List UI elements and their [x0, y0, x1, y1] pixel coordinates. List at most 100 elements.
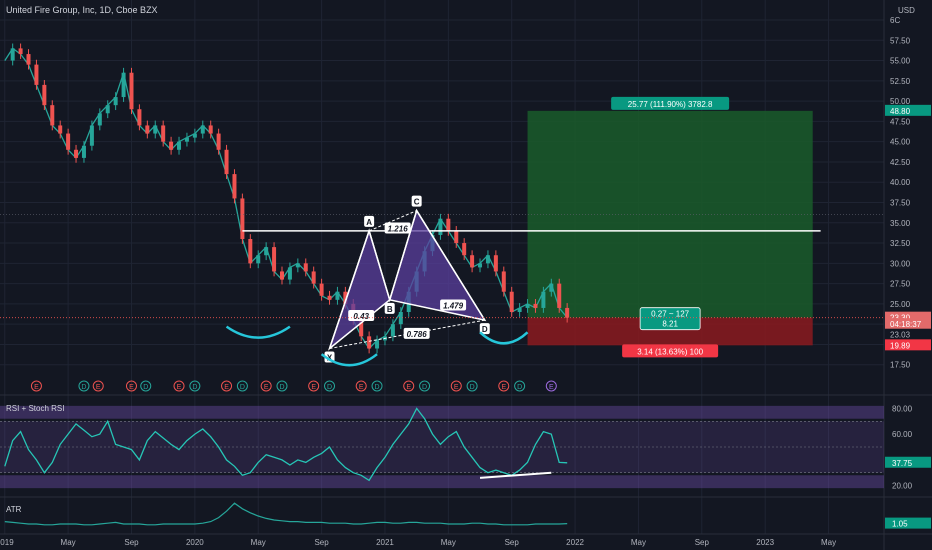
- time-tick-label: May: [821, 538, 836, 547]
- candle-body[interactable]: [129, 72, 134, 110]
- chart-title: United Fire Group, Inc, 1D, Cboe BZX: [6, 5, 158, 15]
- candle-body[interactable]: [367, 336, 372, 349]
- price-badge-label: 23.03: [890, 331, 911, 340]
- candle-body[interactable]: [462, 243, 467, 256]
- candle-body[interactable]: [454, 230, 459, 244]
- candle-body[interactable]: [541, 291, 546, 308]
- pattern-point-label: D: [482, 325, 488, 334]
- candle-body[interactable]: [256, 255, 261, 264]
- event-marker-label: E: [501, 384, 506, 391]
- currency-label: USD: [898, 6, 915, 15]
- event-marker-label: D: [327, 384, 332, 391]
- candle-body[interactable]: [224, 149, 229, 175]
- candle-body[interactable]: [398, 312, 403, 325]
- candle-body[interactable]: [240, 198, 245, 239]
- candle-body[interactable]: [335, 291, 340, 300]
- candle-body[interactable]: [74, 149, 79, 158]
- pattern-point-label: C: [414, 198, 420, 207]
- target-label: 25.77 (111.90%) 3782.8: [628, 100, 713, 109]
- time-tick-label: May: [441, 538, 456, 547]
- stoch-overbought-band: [0, 405, 884, 419]
- stoch-oversold-band: [0, 475, 884, 489]
- price-tick-label: 40.00: [890, 178, 911, 187]
- time-tick-label: 2023: [756, 538, 774, 547]
- time-tick-label: 2022: [566, 538, 584, 547]
- candle-body[interactable]: [390, 324, 395, 337]
- candle-body[interactable]: [58, 125, 63, 134]
- candle-body[interactable]: [517, 307, 522, 312]
- time-tick-label: Sep: [505, 538, 520, 547]
- ratio-label: 1.216: [388, 224, 409, 233]
- price-tick-label: 57.50: [890, 36, 911, 45]
- candle-body[interactable]: [279, 271, 284, 280]
- candle-body[interactable]: [525, 303, 530, 308]
- candle-body[interactable]: [295, 263, 300, 268]
- candle-body[interactable]: [533, 303, 538, 308]
- candle-body[interactable]: [10, 48, 15, 61]
- candle-body[interactable]: [153, 125, 158, 134]
- candle-body[interactable]: [303, 263, 308, 272]
- candle-body[interactable]: [470, 255, 475, 268]
- candle-body[interactable]: [319, 283, 324, 296]
- candle-body[interactable]: [66, 133, 71, 150]
- rsi-tick-label: 20.00: [892, 482, 913, 491]
- price-badge-label: 19.89: [890, 341, 911, 350]
- candle-body[interactable]: [248, 239, 253, 264]
- candle-body[interactable]: [264, 247, 269, 256]
- candle-body[interactable]: [438, 218, 443, 235]
- candle-body[interactable]: [208, 125, 213, 134]
- candle-body[interactable]: [375, 340, 380, 349]
- candle-body[interactable]: [557, 283, 562, 308]
- candle-body[interactable]: [501, 271, 506, 292]
- candle-body[interactable]: [287, 267, 292, 280]
- pattern-point-label: A: [366, 218, 372, 227]
- atr-pane-title: ATR: [6, 505, 22, 514]
- candle-body[interactable]: [485, 255, 490, 264]
- chart-stage[interactable]: XABCD1.2160.431.4790.78625.77 (111.90%) …: [0, 0, 932, 550]
- candle-body[interactable]: [216, 133, 221, 150]
- rsi-tick-label: 60.00: [892, 430, 913, 439]
- time-tick-label: Sep: [314, 538, 329, 547]
- candle-body[interactable]: [113, 97, 118, 106]
- event-marker-label: D: [422, 384, 427, 391]
- candle-body[interactable]: [105, 105, 110, 114]
- candle-body[interactable]: [272, 247, 277, 272]
- event-marker-label: D: [470, 384, 475, 391]
- price-badge-label: 04:18:37: [890, 320, 922, 329]
- candle-body[interactable]: [232, 174, 237, 199]
- candle-body[interactable]: [509, 291, 514, 312]
- position-center-label-2: 8.21: [662, 320, 678, 329]
- candle-body[interactable]: [18, 48, 23, 55]
- candle-body[interactable]: [137, 109, 142, 126]
- candle-body[interactable]: [145, 125, 150, 134]
- candle-body[interactable]: [446, 218, 451, 231]
- candle-body[interactable]: [81, 145, 86, 158]
- candle-body[interactable]: [26, 54, 31, 65]
- candle-body[interactable]: [327, 295, 332, 300]
- price-tick-label: 27.50: [890, 280, 911, 289]
- candle-body[interactable]: [97, 113, 102, 126]
- candle-body[interactable]: [565, 307, 570, 318]
- candle-body[interactable]: [121, 72, 126, 98]
- time-tick-label: Sep: [695, 538, 710, 547]
- candle-body[interactable]: [42, 84, 47, 106]
- candle-body[interactable]: [177, 141, 182, 150]
- event-marker-label: D: [375, 384, 380, 391]
- candle-body[interactable]: [169, 141, 174, 150]
- time-tick-label: May: [251, 538, 266, 547]
- candle-body[interactable]: [161, 125, 166, 142]
- event-marker-label: E: [311, 384, 316, 391]
- candle-body[interactable]: [549, 283, 554, 292]
- pattern-point-label: B: [387, 305, 393, 314]
- candle-body[interactable]: [493, 255, 498, 272]
- candle-body[interactable]: [34, 64, 39, 85]
- candle-body[interactable]: [311, 271, 316, 284]
- candle-body[interactable]: [50, 105, 55, 126]
- candle-body[interactable]: [184, 137, 189, 142]
- rsi-pane[interactable]: [0, 405, 884, 489]
- candle-body[interactable]: [192, 133, 197, 138]
- candle-body[interactable]: [89, 125, 94, 146]
- candle-body[interactable]: [478, 263, 483, 268]
- candle-body[interactable]: [200, 125, 205, 134]
- rsi-current-label: 37.75: [892, 459, 913, 468]
